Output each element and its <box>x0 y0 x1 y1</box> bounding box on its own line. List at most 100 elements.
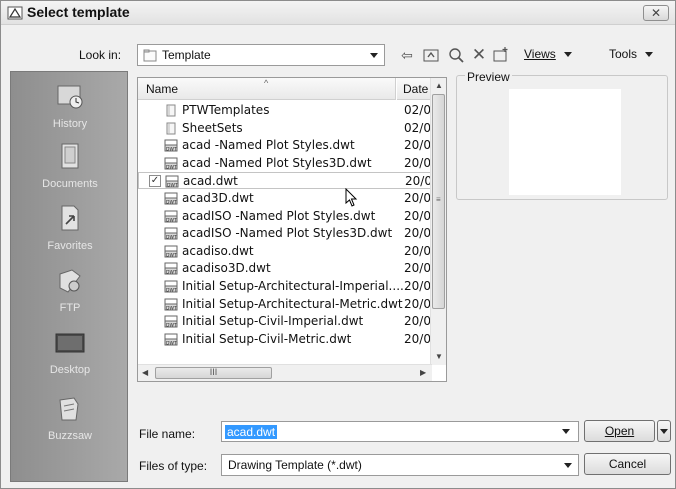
file-date: 02/0 <box>404 103 431 117</box>
file-name: acad -Named Plot Styles3D.dwt <box>182 155 372 170</box>
look-in-value: Template <box>162 48 211 62</box>
place-desktop[interactable]: Desktop <box>11 328 129 376</box>
search-web-icon[interactable] <box>447 46 465 64</box>
file-row[interactable]: DWT acadiso3D.dwt 20/0 <box>138 260 432 277</box>
preview-pane <box>509 89 621 195</box>
close-button[interactable]: ✕ <box>643 5 669 21</box>
svg-text:DWT: DWT <box>166 164 177 170</box>
file-row[interactable]: PTWTemplates 02/0 <box>138 102 432 119</box>
file-name: acadiso3D.dwt <box>182 261 271 276</box>
preview-label: Preview <box>465 70 512 84</box>
back-arrow-icon[interactable]: ⇦ <box>398 46 416 64</box>
file-name: acadISO -Named Plot Styles.dwt <box>182 208 376 223</box>
svg-text:DWT: DWT <box>166 252 177 258</box>
up-one-level-icon[interactable] <box>422 46 440 64</box>
horizontal-scroll-thumb[interactable]: III <box>155 367 272 379</box>
file-row[interactable]: DWT acadISO -Named Plot Styles3D.dwt 20/0 <box>138 225 432 242</box>
title-bar[interactable]: Select template ✕ <box>1 1 675 25</box>
chevron-down-icon <box>660 429 668 434</box>
place-documents[interactable]: Documents <box>11 142 129 190</box>
vertical-scrollbar[interactable]: ▲ ≡ ▼ <box>430 78 446 365</box>
file-row[interactable]: DWT acad -Named Plot Styles.dwt 20/0 <box>138 137 432 154</box>
dwt-file-icon: DWT <box>164 245 178 258</box>
scroll-up-icon[interactable]: ▲ <box>435 81 443 90</box>
scroll-right-icon[interactable]: ▶ <box>420 368 426 377</box>
grip-icon: ≡ <box>436 195 441 204</box>
file-name-input[interactable]: acad.dwt <box>221 421 579 442</box>
file-row[interactable]: DWT Initial Setup-Architectural-Imperial.… <box>138 278 432 295</box>
file-name: acad -Named Plot Styles.dwt <box>182 138 355 153</box>
chevron-down-icon[interactable] <box>370 53 378 58</box>
dwt-file-icon: DWT <box>164 280 178 293</box>
file-row[interactable]: DWT acadiso.dwt 20/0 <box>138 243 432 260</box>
scroll-down-icon[interactable]: ▼ <box>435 352 443 361</box>
column-name-label: Name <box>146 82 179 96</box>
files-of-type-combo[interactable]: Drawing Template (*.dwt) <box>221 454 579 476</box>
file-date: 20/0 <box>404 296 431 311</box>
svg-text:DWT: DWT <box>166 234 177 240</box>
delete-icon[interactable]: ✕ <box>470 46 488 64</box>
file-date: 20/0 <box>405 174 432 189</box>
horizontal-scrollbar[interactable]: ◀ III ▶ <box>138 364 432 381</box>
file-name: Initial Setup-Civil-Metric.dwt <box>182 331 352 346</box>
file-row[interactable]: DWT Initial Setup-Civil-Metric.dwt 20/0 <box>138 331 432 348</box>
svg-text:DWT: DWT <box>166 199 177 205</box>
svg-text:DWT: DWT <box>166 270 177 276</box>
file-row[interactable]: DWT acadISO -Named Plot Styles.dwt 20/0 <box>138 208 432 225</box>
file-row[interactable]: SheetSets 02/0 <box>138 120 432 137</box>
tools-label: Tools <box>609 47 638 61</box>
file-date: 20/0 <box>404 279 431 293</box>
column-header-date[interactable]: Date <box>397 78 433 100</box>
place-label: Desktop <box>49 364 91 376</box>
dwt-file-icon: DWT <box>164 262 178 275</box>
cancel-button[interactable]: Cancel <box>584 453 671 475</box>
svg-text:DWT: DWT <box>167 183 178 189</box>
column-header-name[interactable]: Name ^ <box>138 78 396 100</box>
select-template-dialog: Select template ✕ Look in: Template ⇦ ✕ … <box>0 0 676 489</box>
file-date: 20/0 <box>404 261 431 276</box>
file-row[interactable]: DWT acad3D.dwt 20/0 <box>138 190 432 207</box>
chevron-down-icon <box>563 52 572 58</box>
place-history[interactable]: History <box>11 82 129 130</box>
file-name: acadiso.dwt <box>182 243 254 258</box>
views-label: Views <box>524 47 556 61</box>
file-date: 20/0 <box>404 155 431 170</box>
file-row[interactable]: DWT acad -Named Plot Styles3D.dwt 20/0 <box>138 155 432 172</box>
documents-icon <box>61 143 79 169</box>
open-options-button[interactable] <box>657 420 671 442</box>
look-in-label: Look in: <box>79 48 122 62</box>
open-button[interactable]: Open <box>584 420 655 442</box>
file-row[interactable]: DWT Initial Setup-Civil-Imperial.dwt 20/0 <box>138 313 432 330</box>
svg-text:DWT: DWT <box>166 287 177 293</box>
place-favorites[interactable]: Favorites <box>11 204 129 252</box>
file-list[interactable]: Name ^ Date PTWTemplates 02/0 SheetSets 02/… <box>137 77 447 382</box>
chevron-down-icon[interactable] <box>562 429 570 434</box>
chevron-down-icon <box>645 52 654 58</box>
files-of-type-label: Files of type: <box>139 459 208 473</box>
svg-text:DWT: DWT <box>166 322 177 328</box>
ftp-icon <box>59 269 81 293</box>
dwt-file-icon: DWT <box>164 333 178 346</box>
place-ftp[interactable]: FTP <box>11 266 129 314</box>
file-name-label: File name: <box>139 427 196 441</box>
file-row[interactable]: ✓ DWT acad.dwt 20/0 <box>138 172 432 190</box>
tools-menu[interactable]: Tools <box>609 47 654 61</box>
dwt-file-icon: DWT <box>164 192 178 205</box>
favorites-icon <box>61 205 79 231</box>
file-row[interactable]: DWT Initial Setup-Architectural-Metric.dw… <box>138 296 432 313</box>
selected-checkbox-icon[interactable]: ✓ <box>149 175 161 188</box>
svg-text:DWT: DWT <box>166 217 177 223</box>
create-new-folder-icon[interactable] <box>492 46 510 64</box>
place-label: Documents <box>42 178 98 190</box>
vertical-scroll-thumb[interactable]: ≡ <box>432 94 445 309</box>
file-date: 20/0 <box>404 331 431 346</box>
scroll-left-icon[interactable]: ◀ <box>142 368 148 377</box>
svg-text:DWT: DWT <box>166 340 177 346</box>
views-menu[interactable]: Views <box>524 47 572 61</box>
place-buzzsaw[interactable]: Buzzsaw <box>11 394 129 442</box>
mouse-cursor-icon <box>345 188 358 207</box>
chevron-down-icon[interactable] <box>564 463 572 468</box>
file-name: acadISO -Named Plot Styles3D.dwt <box>182 226 393 241</box>
folder-icon <box>166 122 176 135</box>
look-in-combo[interactable]: Template <box>137 44 385 66</box>
